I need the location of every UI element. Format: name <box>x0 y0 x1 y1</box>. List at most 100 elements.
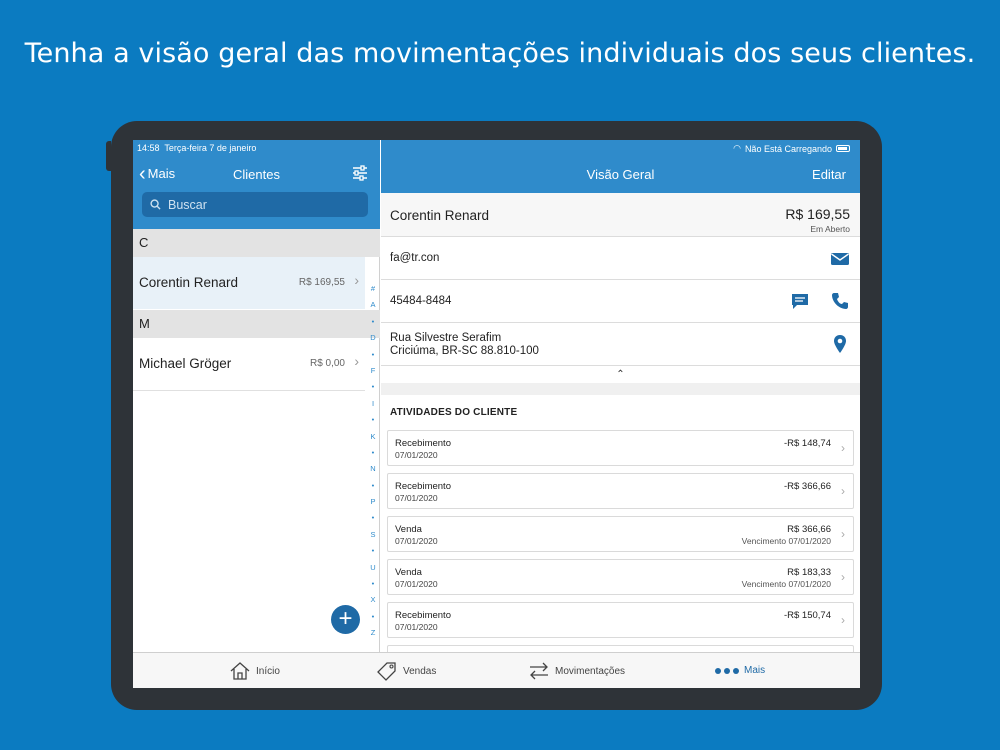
index-dot[interactable]: • <box>367 317 379 333</box>
activity-row-partial[interactable] <box>387 645 854 652</box>
battery-icon <box>836 145 850 152</box>
chevron-right-icon: › <box>841 527 845 541</box>
index-letter[interactable]: S <box>367 530 379 546</box>
activity-row[interactable]: Venda 07/01/2020 R$ 366,66 Vencimento 07… <box>387 516 854 552</box>
chevron-right-icon: › <box>841 570 845 584</box>
customer-summary: Corentin Renard R$ 169,55 Em Aberto <box>381 193 860 237</box>
phone-icon[interactable] <box>830 291 850 311</box>
activity-date: 07/01/2020 <box>395 450 438 460</box>
activities-title: ATIVIDADES DO CLIENTE <box>390 407 518 418</box>
index-dot[interactable]: • <box>367 350 379 366</box>
activity-row[interactable]: Recebimento 07/01/2020 -R$ 148,74 › <box>387 430 854 466</box>
client-row[interactable]: Corentin Renard R$ 169,55 › <box>133 257 365 309</box>
activity-type: Venda <box>395 524 422 535</box>
index-letter[interactable]: P <box>367 497 379 513</box>
activity-row[interactable]: Recebimento 07/01/2020 -R$ 366,66 › <box>387 473 854 509</box>
status-bar: 14:58 Terça-feira 7 de janeiro ◠ Não Est… <box>133 140 860 156</box>
battery-text: Não Está Carregando <box>744 143 832 154</box>
index-letter[interactable]: Z <box>367 628 379 644</box>
client-name: Corentin Renard <box>139 275 239 290</box>
index-dot[interactable]: • <box>367 612 379 628</box>
tab-vendas[interactable]: Vendas <box>376 661 436 681</box>
status-right: ◠ Não Está Carregando <box>733 143 850 154</box>
chevron-right-icon: › <box>841 441 845 455</box>
index-dot[interactable]: • <box>367 546 379 562</box>
chevron-right-icon: › <box>841 484 845 498</box>
status-date: Terça-feira 7 de janeiro <box>164 143 257 153</box>
search-input[interactable]: Buscar <box>142 192 368 217</box>
index-dot[interactable]: • <box>367 415 379 431</box>
status-time: 14:58 <box>137 143 160 153</box>
activity-type: Recebimento <box>395 438 451 449</box>
activity-row[interactable]: Venda 07/01/2020 R$ 183,33 Vencimento 07… <box>387 559 854 595</box>
index-dot[interactable]: • <box>367 513 379 529</box>
tablet-frame: 14:58 Terça-feira 7 de janeiro ◠ Não Est… <box>106 121 882 710</box>
transfer-icon <box>530 662 548 680</box>
collapse-toggle[interactable]: ⌃ <box>381 366 860 383</box>
activity-type: Venda <box>395 567 422 578</box>
address-line-2: Criciúma, BR-SC 88.810-100 <box>390 345 539 357</box>
message-icon[interactable] <box>790 291 810 311</box>
client-row[interactable]: Michael Gröger R$ 0,00 › <box>133 338 365 390</box>
index-letter[interactable]: K <box>367 432 379 448</box>
clients-pane: ‹ Mais Clientes Buscar C Corentin Renard… <box>133 140 380 652</box>
tab-movimentacoes[interactable]: Movimentações <box>528 661 625 681</box>
tab-label: Mais <box>744 665 766 676</box>
map-pin-icon[interactable] <box>830 334 850 354</box>
phone-text: 45484-8484 <box>390 295 452 307</box>
client-name: Michael Gröger <box>139 356 232 371</box>
activity-date: 07/01/2020 <box>395 493 438 503</box>
activity-date: 07/01/2020 <box>395 579 438 589</box>
activity-value: -R$ 150,74 <box>783 610 831 621</box>
edit-button[interactable]: Editar <box>812 167 846 182</box>
mail-icon[interactable] <box>830 249 850 269</box>
phone-row: 45484-8484 <box>381 280 860 323</box>
activity-value: R$ 366,66 <box>787 524 831 535</box>
index-dot[interactable]: • <box>367 382 379 398</box>
section-header-m: M <box>133 310 380 338</box>
overview-pane: Visão Geral Editar Corentin Renard R$ 16… <box>381 140 860 652</box>
divider <box>133 390 365 391</box>
tab-bar: Início Vendas Movimentações Mais <box>133 652 860 688</box>
index-letter[interactable]: I <box>367 399 379 415</box>
app-screen: 14:58 Terça-feira 7 de janeiro ◠ Não Est… <box>133 140 860 688</box>
tag-icon <box>377 662 396 681</box>
index-dot[interactable]: • <box>367 579 379 595</box>
customer-name: Corentin Renard <box>390 208 490 223</box>
activity-type: Recebimento <box>395 481 451 492</box>
index-dot[interactable]: • <box>367 481 379 497</box>
add-client-button[interactable]: + <box>331 605 360 634</box>
tab-inicio[interactable]: Início <box>229 661 280 681</box>
address-line-1: Rua Silvestre Serafim <box>390 332 502 344</box>
tab-label: Vendas <box>403 665 437 677</box>
email-row[interactable]: fa@tr.con <box>381 237 860 280</box>
chevron-right-icon: › <box>841 613 845 627</box>
index-dot[interactable]: • <box>367 448 379 464</box>
activity-date: 07/01/2020 <box>395 536 438 546</box>
activity-date: 07/01/2020 <box>395 622 438 632</box>
wifi-icon: ◠ <box>733 143 741 153</box>
index-letter[interactable]: # <box>367 284 379 300</box>
clients-title: Clientes <box>233 167 280 182</box>
index-letter[interactable]: X <box>367 595 379 611</box>
chevron-up-icon: ⌃ <box>616 369 625 380</box>
tab-mais[interactable]: Mais <box>715 665 765 676</box>
activity-due: Vencimento 07/01/2020 <box>741 536 831 546</box>
filter-icon[interactable] <box>352 165 368 181</box>
tab-label: Movimentações <box>555 665 626 677</box>
alphabet-index[interactable]: # A • D • F • I • K • N • P • S • U • X • Z <box>367 284 379 645</box>
index-letter[interactable]: F <box>367 366 379 382</box>
customer-amount: R$ 169,55 <box>785 206 850 222</box>
headline: Tenha a visão geral das movimentações in… <box>24 38 976 69</box>
activity-value: -R$ 366,66 <box>783 481 831 492</box>
activity-row[interactable]: Recebimento 07/01/2020 -R$ 150,74 › <box>387 602 854 638</box>
address-row: Rua Silvestre Serafim Criciúma, BR-SC 88… <box>381 323 860 366</box>
index-letter[interactable]: U <box>367 563 379 579</box>
activity-type: Recebimento <box>395 610 451 621</box>
client-amount: R$ 169,55 <box>298 277 345 288</box>
home-icon <box>230 662 250 680</box>
index-letter[interactable]: D <box>367 333 379 349</box>
index-letter[interactable]: A <box>367 300 379 316</box>
index-letter[interactable]: N <box>367 464 379 480</box>
search-icon <box>150 199 161 210</box>
